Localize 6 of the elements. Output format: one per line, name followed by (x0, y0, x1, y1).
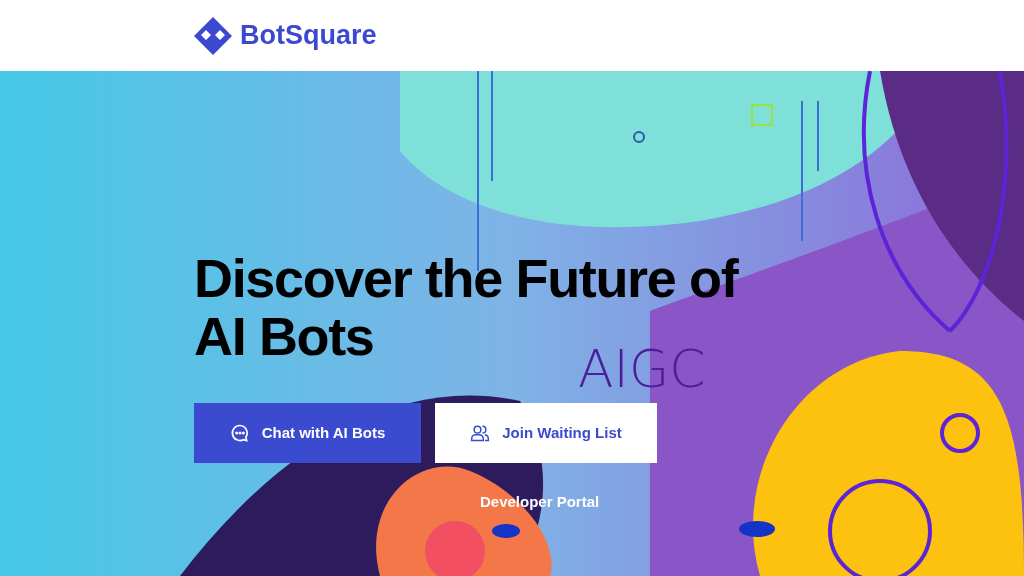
waiting-list-button[interactable]: Join Waiting List (435, 403, 657, 463)
chat-bubble-icon (229, 423, 250, 443)
logo-text[interactable]: BotSquare (240, 15, 377, 56)
users-icon (470, 423, 491, 443)
chat-button[interactable]: Chat with AI Bots (194, 403, 421, 463)
diamond-logo-icon (194, 16, 232, 55)
